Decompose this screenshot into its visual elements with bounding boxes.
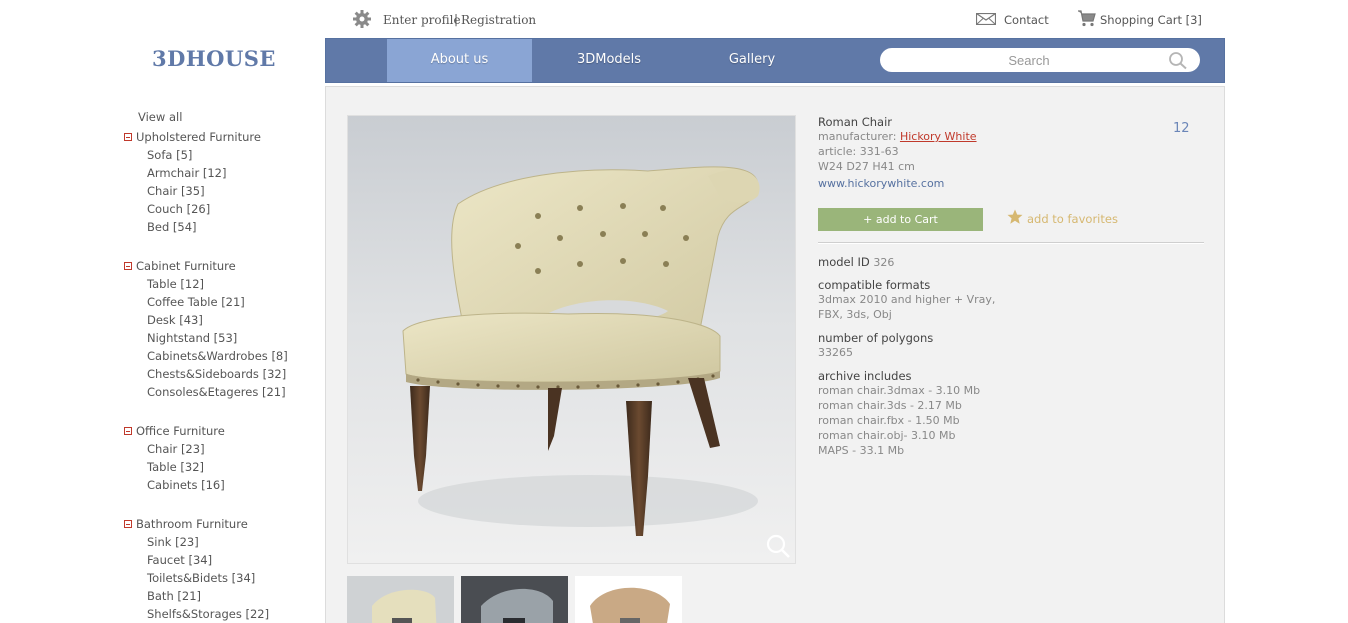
formats-label: compatible formats [818, 278, 931, 292]
registration-link[interactable]: Registration [461, 13, 536, 27]
category-header[interactable]: Upholstered Furniture [124, 128, 261, 146]
add-to-cart-button[interactable]: + add to Cart [818, 208, 983, 231]
subcategory-item[interactable]: Shelfs&Storages [22] [147, 605, 269, 623]
manufacturer-link[interactable]: Hickory White [900, 130, 977, 143]
subcategory-item[interactable]: Toilets&Bidets [34] [147, 569, 269, 587]
subcategory-item[interactable]: Bed [54] [147, 218, 261, 236]
view-all-link[interactable]: View all [138, 110, 182, 124]
link-separator: | [454, 12, 459, 26]
product-detail-panel: Roman Chair manufacturer: Hickory White … [325, 86, 1225, 623]
archive-file: roman chair.3dmax - 3.10 Mb [818, 384, 981, 397]
contact-link[interactable]: Contact [1004, 13, 1049, 27]
category-title: Upholstered Furniture [136, 130, 261, 144]
add-to-favorites-link[interactable]: add to favorites [1007, 208, 1118, 231]
section-divider [818, 242, 1204, 244]
category-header[interactable]: Bathroom Furniture [124, 515, 269, 533]
manufacturer-label: manufacturer: [818, 130, 897, 143]
subcategory-item[interactable]: Coffee Table [21] [147, 293, 288, 311]
shopping-cart-icon[interactable] [1078, 10, 1096, 27]
subcategory-item[interactable]: Desk [43] [147, 311, 288, 329]
thumbnail-2[interactable] [461, 576, 568, 623]
zoom-icon[interactable] [765, 533, 791, 559]
model-id-label: model ID [818, 255, 870, 269]
category-upholstered-furniture: Upholstered Furniture Sofa [5] Armchair … [124, 128, 261, 236]
subcategory-item[interactable]: Chests&Sideboards [32] [147, 365, 288, 383]
subcategory-item[interactable]: Armchair [12] [147, 164, 261, 182]
polygons-label: number of polygons [818, 331, 934, 345]
archive-file: roman chair.obj- 3.10 Mb [818, 429, 956, 442]
product-specs: model ID 326 compatible formats 3dmax 20… [818, 255, 1204, 467]
subcategory-item[interactable]: Bath [21] [147, 587, 269, 605]
search-box [880, 48, 1200, 72]
thumbnail-1[interactable] [347, 576, 454, 623]
category-header[interactable]: Office Furniture [124, 422, 225, 440]
archive-file: MAPS - 33.1 Mb [818, 444, 905, 457]
archive-file: roman chair.3ds - 2.17 Mb [818, 399, 962, 412]
favorites-label: add to favorites [1027, 212, 1118, 226]
model-id-row: model ID 326 [818, 255, 1204, 270]
article-number: article: 331-63 [818, 145, 899, 158]
subcategory-item[interactable]: Sink [23] [147, 533, 269, 551]
category-title: Bathroom Furniture [136, 517, 248, 531]
top-utility-bar: Enter profile | Registration Contact Sho… [0, 0, 1348, 38]
collapse-toggle-icon[interactable] [124, 520, 132, 528]
product-count: 12 [1173, 121, 1190, 136]
subcategory-item[interactable]: Couch [26] [147, 200, 261, 218]
subcategory-item[interactable]: Table [32] [147, 458, 225, 476]
archive-label: archive includes [818, 369, 912, 383]
category-header[interactable]: Cabinet Furniture [124, 257, 288, 275]
product-info: Roman Chair manufacturer: Hickory White … [818, 115, 1204, 457]
category-title: Cabinet Furniture [136, 259, 236, 273]
subcategory-item[interactable]: Chair [23] [147, 440, 225, 458]
manufacturer-line: manufacturer: Hickory White [818, 130, 1204, 145]
subcategory-item[interactable]: Cabinets [16] [147, 476, 225, 494]
product-main-image[interactable] [347, 115, 796, 564]
formats-value: 3dmax 2010 and higher + Vray, [818, 293, 996, 306]
formats-value: FBX, 3ds, Obj [818, 308, 892, 321]
nav-gallery[interactable]: Gallery [686, 39, 818, 82]
shopping-cart-link[interactable]: Shopping Cart [3] [1100, 13, 1202, 27]
star-icon [1007, 209, 1023, 224]
polygons-value: 33265 [818, 346, 853, 359]
category-title: Office Furniture [136, 424, 225, 438]
site-logo[interactable]: 3DHOUSE [152, 46, 276, 71]
collapse-toggle-icon[interactable] [124, 262, 132, 270]
model-id-value: 326 [873, 256, 895, 269]
thumbnail-3[interactable] [575, 576, 682, 623]
category-bathroom-furniture: Bathroom Furniture Sink [23] Faucet [34]… [124, 515, 269, 623]
collapse-toggle-icon[interactable] [124, 427, 132, 435]
nav-3dmodels[interactable]: 3DModels [532, 39, 686, 82]
gear-icon[interactable] [352, 9, 372, 29]
enter-profile-link[interactable]: Enter profile [383, 13, 461, 27]
product-name: Roman Chair [818, 115, 892, 129]
category-cabinet-furniture: Cabinet Furniture Table [12] Coffee Tabl… [124, 257, 288, 401]
main-navigation: About us 3DModels Gallery [325, 38, 1225, 83]
subcategory-item[interactable]: Table [12] [147, 275, 288, 293]
search-icon[interactable] [1168, 51, 1188, 70]
nav-about-us[interactable]: About us [387, 39, 532, 82]
dimensions: W24 D27 H41 cm [818, 160, 915, 173]
subcategory-item[interactable]: Consoles&Etageres [21] [147, 383, 288, 401]
subcategory-item[interactable]: Chair [35] [147, 182, 261, 200]
envelope-icon[interactable] [976, 13, 996, 25]
manufacturer-website-link[interactable]: www.hickorywhite.com [818, 177, 1204, 193]
subcategory-item[interactable]: Faucet [34] [147, 551, 269, 569]
armchair-illustration [402, 166, 760, 536]
archive-file: roman chair.fbx - 1.50 Mb [818, 414, 960, 427]
collapse-toggle-icon[interactable] [124, 133, 132, 141]
category-office-furniture: Office Furniture Chair [23] Table [32] C… [124, 422, 225, 494]
subcategory-item[interactable]: Nightstand [53] [147, 329, 288, 347]
search-input[interactable] [894, 50, 1164, 70]
subcategory-item[interactable]: Sofa [5] [147, 146, 261, 164]
subcategory-item[interactable]: Cabinets&Wardrobes [8] [147, 347, 288, 365]
